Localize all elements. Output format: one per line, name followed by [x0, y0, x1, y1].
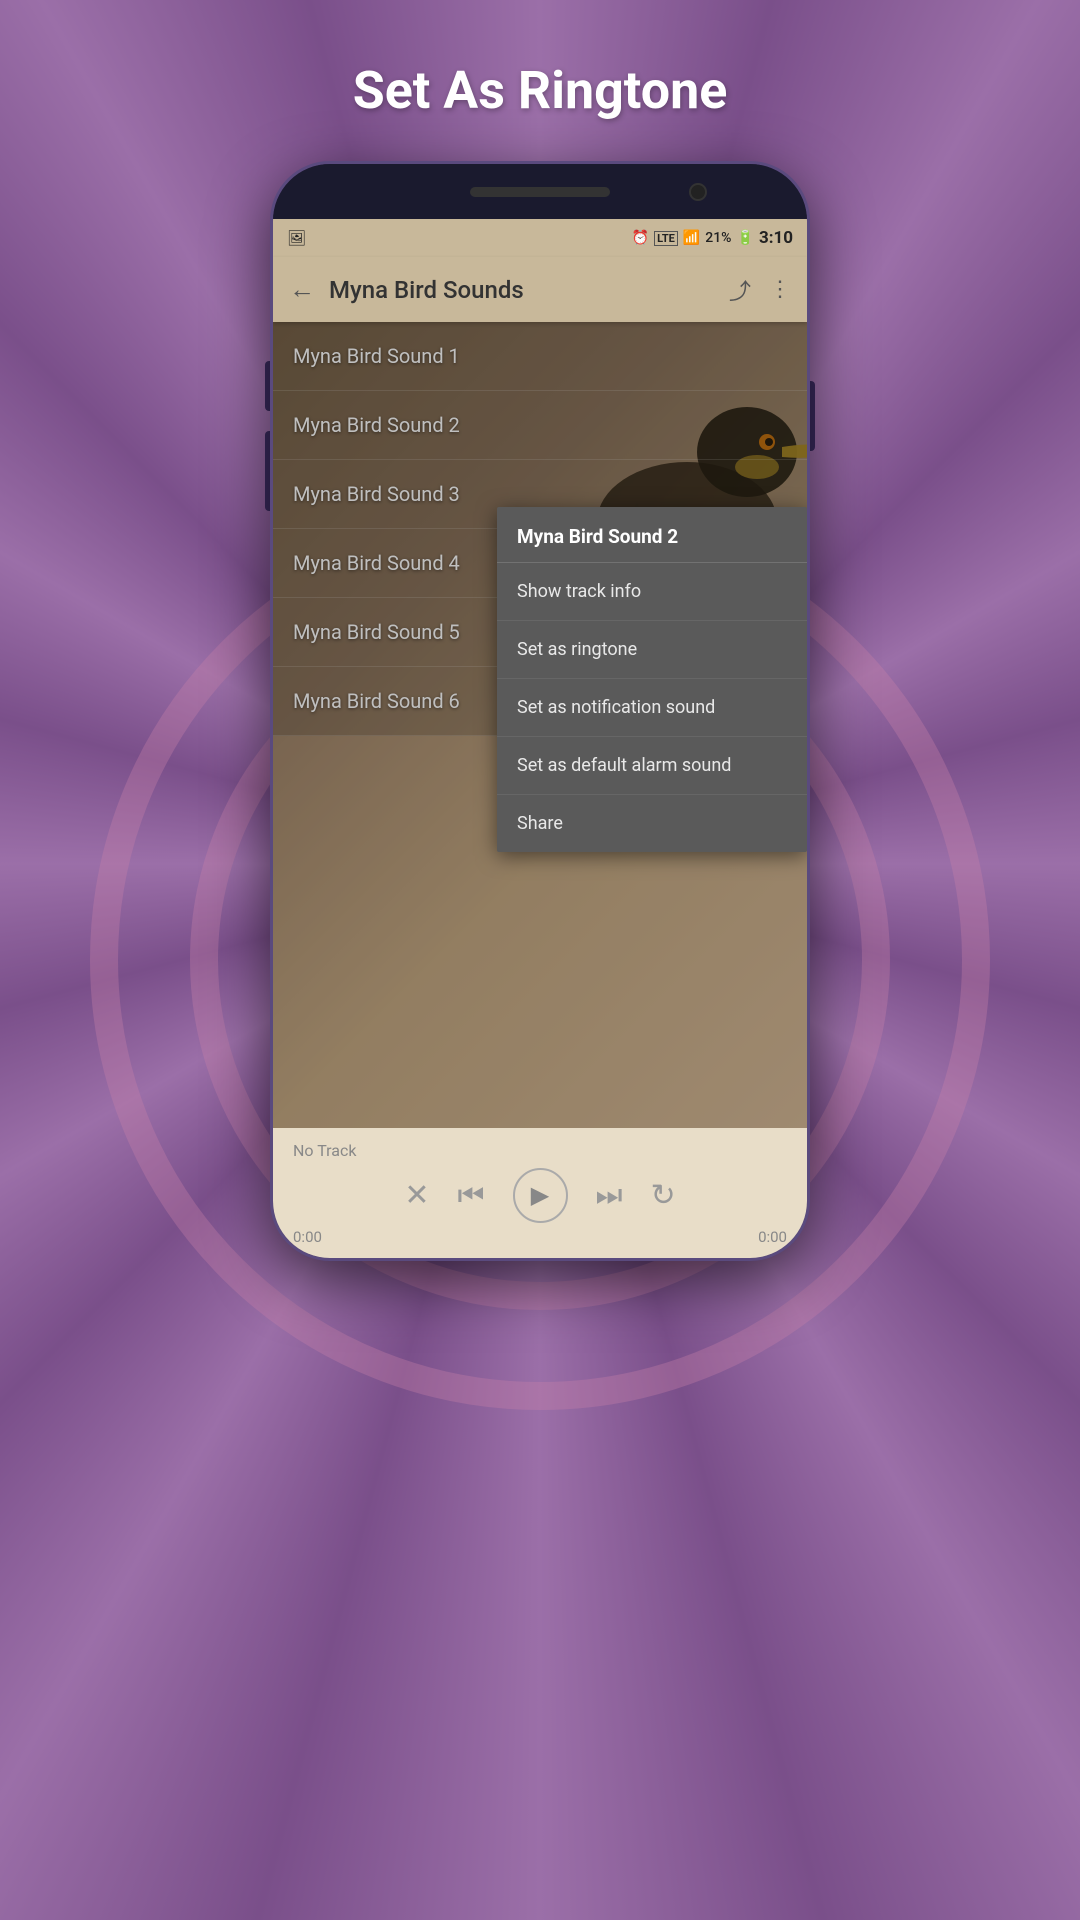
phone-mockup: 🖼 ⏰ LTE 📶 21% 🔋 3:10 ← Myna Bird Sounds …	[270, 161, 810, 1261]
page-title: Set As Ringtone	[353, 60, 728, 121]
context-menu-set-ringtone[interactable]: Set as ringtone	[497, 621, 807, 679]
battery-icon: 🔋	[737, 230, 754, 246]
previous-button[interactable]: ⏮	[458, 1178, 485, 1213]
next-button[interactable]: ⏭	[596, 1178, 623, 1213]
app-bar-title: Myna Bird Sounds	[329, 276, 729, 304]
phone-top-bar	[273, 164, 807, 219]
lte-badge: LTE	[654, 231, 678, 246]
context-menu-title: Myna Bird Sound 2	[497, 507, 807, 563]
repeat-button[interactable]: ↻	[651, 1178, 676, 1213]
shuffle-button[interactable]: ✕	[404, 1178, 429, 1213]
context-menu: Myna Bird Sound 2 Show track info Set as…	[497, 507, 807, 852]
app-bar: ← Myna Bird Sounds ⤴ ⋮	[273, 257, 807, 322]
share-icon[interactable]: ⤴	[729, 274, 751, 306]
phone-frame: 🖼 ⏰ LTE 📶 21% 🔋 3:10 ← Myna Bird Sounds …	[270, 161, 810, 1261]
status-right: ⏰ LTE 📶 21% 🔋 3:10	[632, 228, 793, 248]
battery-percent: 21%	[705, 230, 731, 246]
context-menu-set-notification[interactable]: Set as notification sound	[497, 679, 807, 737]
status-bar: 🖼 ⏰ LTE 📶 21% 🔋 3:10	[273, 219, 807, 257]
alarm-icon: ⏰	[632, 230, 649, 246]
content-area: Myna Bird Sound 1 Myna Bird Sound 2 Myna…	[273, 322, 807, 1128]
player-controls: ✕ ⏮ ▶ ⏭ ↻	[293, 1168, 787, 1223]
time-end: 0:00	[758, 1228, 787, 1246]
context-menu-share[interactable]: Share	[497, 795, 807, 852]
time-row: 0:00 0:00	[293, 1228, 787, 1246]
play-button[interactable]: ▶	[513, 1168, 568, 1223]
status-photo-icon: 🖼	[287, 229, 306, 247]
more-options-icon[interactable]: ⋮	[769, 277, 791, 302]
bottom-player: No Track ✕ ⏮ ▶ ⏭ ↻ 0:00 0:00	[273, 1128, 807, 1258]
signal-icon: 📶	[683, 230, 700, 246]
no-track-label: No Track	[293, 1141, 356, 1160]
front-camera	[689, 183, 707, 201]
time-display: 3:10	[759, 228, 793, 248]
context-overlay[interactable]: Myna Bird Sound 2 Show track info Set as…	[273, 322, 807, 1128]
time-start: 0:00	[293, 1228, 322, 1246]
speaker-grille	[470, 187, 610, 197]
context-menu-set-alarm[interactable]: Set as default alarm sound	[497, 737, 807, 795]
back-button[interactable]: ←	[289, 274, 315, 305]
context-menu-show-track-info[interactable]: Show track info	[497, 563, 807, 621]
status-left: 🖼	[287, 229, 306, 247]
app-bar-icons: ⤴ ⋮	[729, 274, 791, 306]
